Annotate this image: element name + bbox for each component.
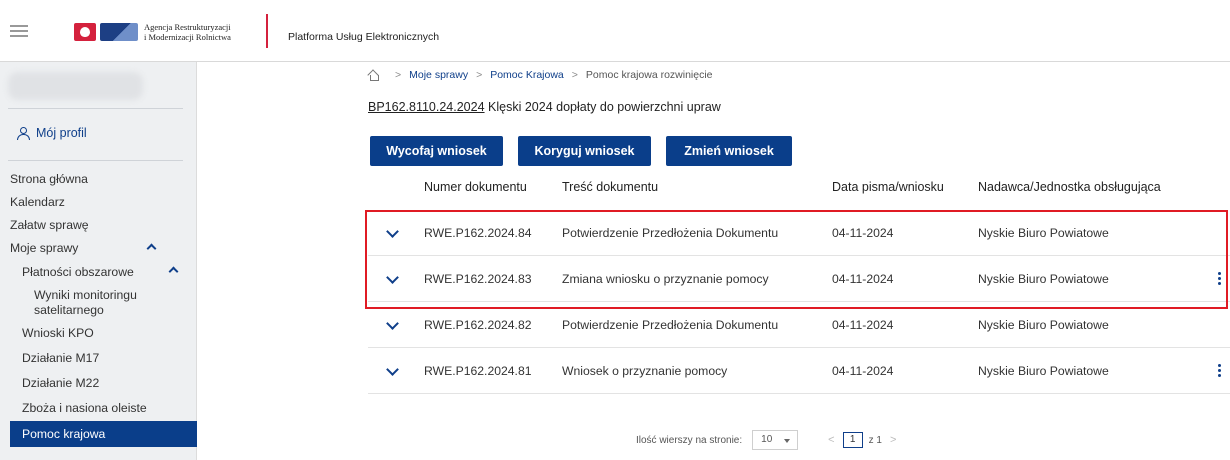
- sidebar-item-area-payments[interactable]: Płatności obszarowe: [0, 260, 197, 285]
- platform-title: Platforma Usług Elektronicznych: [288, 31, 440, 43]
- document-date: 04-11-2024: [832, 318, 894, 332]
- person-icon: [16, 126, 30, 140]
- document-number: RWE.P162.2024.84: [424, 226, 532, 240]
- column-header-sender: Nadawca/Jednostka obsługująca: [978, 180, 1161, 194]
- breadcrumb-separator: >: [476, 69, 483, 81]
- sidebar-item-national-aid[interactable]: Pomoc krajowa: [10, 421, 197, 447]
- document-sender: Nyskie Biuro Powiatowe: [978, 318, 1109, 332]
- sidebar-item-my-cases[interactable]: Moje sprawy: [0, 237, 197, 260]
- sidebar-item-handle-case[interactable]: Załatw sprawę: [0, 214, 197, 237]
- document-content: Wniosek o przyznanie pomocy: [562, 364, 728, 378]
- breadcrumb-my-cases[interactable]: Moje sprawy: [409, 69, 468, 81]
- sidebar-item-label: Wnioski KPO: [22, 326, 94, 340]
- chevron-down-icon[interactable]: [386, 363, 399, 376]
- table-row[interactable]: RWE.P162.2024.83 Zmiana wniosku o przyzn…: [368, 256, 1230, 302]
- chevron-up-icon[interactable]: [168, 266, 179, 277]
- arimr-logo-mark: [100, 23, 138, 41]
- sidebar-item-label: Działanie M22: [22, 376, 100, 390]
- sidebar-item-kpo-applications[interactable]: Wnioski KPO: [0, 321, 197, 346]
- withdraw-application-button[interactable]: Wycofaj wniosek: [370, 136, 503, 166]
- document-sender: Nyskie Biuro Powiatowe: [978, 364, 1109, 378]
- sidebar-item-label: Działanie M17: [22, 351, 100, 365]
- my-profile-link[interactable]: Mój profil: [16, 126, 87, 140]
- document-date: 04-11-2024: [832, 226, 894, 240]
- sidebar-item-label: Zboża i nasiona oleiste: [22, 401, 147, 415]
- home-icon[interactable]: [368, 70, 379, 81]
- table-row[interactable]: RWE.P162.2024.84 Potwierdzenie Przedłoże…: [368, 210, 1230, 256]
- chevron-up-icon[interactable]: [146, 243, 157, 254]
- sidebar-item-label: Załatw sprawę: [10, 218, 89, 232]
- sidebar-item-satellite-monitoring[interactable]: Wyniki monitoringu satelitarnego: [0, 285, 197, 321]
- document-content: Zmiana wniosku o przyznanie pomocy: [562, 272, 769, 286]
- rows-per-page-select[interactable]: 10: [752, 430, 799, 450]
- sidebar-item-label: Wyniki monitoringu satelitarnego: [34, 288, 137, 317]
- caret-down-icon: [784, 439, 791, 443]
- document-date: 04-11-2024: [832, 364, 894, 378]
- agency-logo[interactable]: Agencja Restrukturyzacji i Modernizacji …: [74, 22, 231, 42]
- sidebar-item-label: Płatności obszarowe: [22, 265, 134, 279]
- document-content: Potwierdzenie Przedłożenia Dokumentu: [562, 226, 779, 240]
- previous-page-icon[interactable]: <: [828, 434, 834, 446]
- sidebar-item-label: Pomoc krajowa: [22, 427, 106, 441]
- sidebar-item-home[interactable]: Strona główna: [0, 168, 197, 191]
- my-profile-label: Mój profil: [36, 126, 87, 140]
- blurred-user-name: [8, 72, 143, 100]
- sidebar-item-m17[interactable]: Działanie M17: [0, 346, 197, 371]
- pagination: Ilość wierszy na stronie: 10 < 1 z 1 >: [636, 430, 904, 450]
- document-number: RWE.P162.2024.81: [424, 364, 532, 378]
- more-actions-icon[interactable]: [1218, 272, 1221, 286]
- case-title: BP162.8110.24.2024 Klęski 2024 dopłaty d…: [368, 100, 721, 114]
- document-number: RWE.P162.2024.82: [424, 318, 532, 332]
- sidebar-divider: [8, 160, 183, 161]
- rows-per-page-label: Ilość wierszy na stronie:: [636, 434, 743, 446]
- breadcrumb-current: Pomoc krajowa rozwinięcie: [585, 69, 713, 81]
- page-number-input[interactable]: 1: [842, 432, 863, 448]
- change-application-button[interactable]: Zmień wniosek: [666, 136, 792, 166]
- column-header-number: Numer dokumentu: [424, 180, 527, 194]
- breadcrumb: > Moje sprawy > Pomoc Krajowa > Pomoc kr…: [368, 69, 713, 81]
- document-content: Potwierdzenie Przedłożenia Dokumentu: [562, 318, 779, 332]
- header-separator: [266, 14, 268, 48]
- page-count-label: z 1: [868, 434, 882, 446]
- sidebar-item-label: Strona główna: [10, 172, 88, 186]
- table-row[interactable]: RWE.P162.2024.81 Wniosek o przyznanie po…: [368, 348, 1230, 394]
- top-bar: Agencja Restrukturyzacji i Modernizacji …: [0, 0, 1230, 62]
- rows-per-page-value: 10: [761, 434, 773, 445]
- next-page-icon[interactable]: >: [890, 434, 896, 446]
- agency-name-line1: Agencja Restrukturyzacji: [144, 22, 231, 32]
- agency-name-line2: i Modernizacji Rolnictwa: [144, 32, 231, 42]
- breadcrumb-national-aid[interactable]: Pomoc Krajowa: [490, 69, 564, 81]
- hamburger-menu-icon[interactable]: [10, 25, 28, 37]
- correct-application-button[interactable]: Koryguj wniosek: [518, 136, 651, 166]
- breadcrumb-separator: >: [395, 69, 402, 81]
- breadcrumb-separator: >: [571, 69, 578, 81]
- chevron-down-icon[interactable]: [386, 317, 399, 330]
- document-date: 04-11-2024: [832, 272, 894, 286]
- case-description: Klęski 2024 dopłaty do powierzchni upraw: [484, 100, 721, 114]
- column-header-content: Treść dokumentu: [562, 180, 659, 194]
- document-sender: Nyskie Biuro Powiatowe: [978, 226, 1109, 240]
- document-number: RWE.P162.2024.83: [424, 272, 532, 286]
- chevron-down-icon[interactable]: [386, 271, 399, 284]
- document-sender: Nyskie Biuro Powiatowe: [978, 272, 1109, 286]
- more-actions-icon[interactable]: [1218, 364, 1221, 378]
- column-header-date: Data pisma/wniosku: [832, 180, 944, 194]
- sidebar-item-calendar[interactable]: Kalendarz: [0, 191, 197, 214]
- table-row[interactable]: RWE.P162.2024.82 Potwierdzenie Przedłoże…: [368, 302, 1230, 348]
- chevron-down-icon[interactable]: [386, 225, 399, 238]
- case-number: BP162.8110.24.2024: [368, 100, 485, 114]
- sidebar-divider: [8, 108, 183, 109]
- sidebar-item-cereals-oilseeds[interactable]: Zboża i nasiona oleiste: [0, 396, 197, 421]
- sidebar-item-m22[interactable]: Działanie M22: [0, 371, 197, 396]
- sidebar-item-label: Kalendarz: [10, 195, 65, 209]
- sidebar: Mój profil Strona główna Kalendarz Załat…: [0, 62, 197, 460]
- eagle-emblem-icon: [74, 23, 96, 41]
- sidebar-nav: Strona główna Kalendarz Załatw sprawę Mo…: [0, 168, 197, 447]
- sidebar-item-label: Moje sprawy: [10, 241, 79, 255]
